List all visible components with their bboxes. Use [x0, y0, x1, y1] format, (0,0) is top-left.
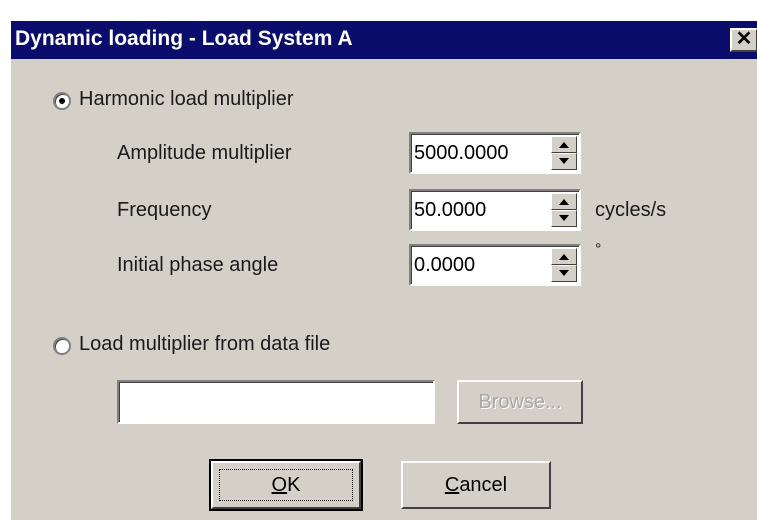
triangle-down-icon [559, 158, 569, 164]
phase-angle-label: Initial phase angle [117, 254, 279, 276]
frequency-spin-buttons [551, 193, 577, 227]
window-title: Dynamic loading - Load System A [15, 27, 353, 50]
triangle-down-icon [559, 270, 569, 276]
triangle-down-icon [559, 215, 569, 221]
title-bar[interactable]: Dynamic loading - Load System A ✕ [11, 21, 757, 59]
frequency-unit: cycles/s [595, 199, 667, 221]
cancel-button[interactable]: Cancel [401, 461, 551, 509]
cancel-mnemonic: C [444, 474, 460, 496]
radio-selected-dot [59, 98, 65, 104]
datafile-path-input[interactable] [122, 385, 430, 419]
frequency-spin-up[interactable] [551, 193, 577, 210]
close-icon: ✕ [735, 28, 753, 50]
amplitude-label: Amplitude multiplier [117, 142, 292, 164]
browse-button[interactable]: Browse... [457, 380, 583, 424]
triangle-up-icon [559, 142, 569, 148]
phase-angle-stepper[interactable] [409, 244, 581, 286]
amplitude-spin-down[interactable] [551, 153, 577, 170]
phase-angle-spin-down[interactable] [551, 265, 577, 282]
frequency-input[interactable] [414, 194, 547, 226]
ok-label-rest: K [287, 474, 301, 496]
frequency-label: Frequency [117, 199, 212, 221]
harmonic-radio-label[interactable]: Harmonic load multiplier [79, 88, 294, 111]
frequency-spin-down[interactable] [551, 210, 577, 227]
amplitude-input[interactable] [414, 137, 547, 169]
phase-angle-spin-buttons [551, 248, 577, 282]
phase-angle-spin-up[interactable] [551, 248, 577, 265]
ok-button[interactable]: OK [209, 459, 363, 511]
ok-button-label: OK [213, 474, 359, 497]
phase-angle-input[interactable] [414, 249, 547, 281]
triangle-up-icon [559, 199, 569, 205]
close-button[interactable]: ✕ [730, 28, 757, 52]
amplitude-spin-buttons [551, 136, 577, 170]
cancel-button-label: Cancel [403, 474, 549, 497]
datafile-radio-label[interactable]: Load multiplier from data file [79, 333, 330, 356]
ok-mnemonic: O [271, 474, 288, 496]
frequency-stepper[interactable] [409, 189, 581, 231]
triangle-up-icon [559, 254, 569, 260]
dialog-window: Dynamic loading - Load System A ✕ Harmon… [10, 20, 757, 520]
cancel-label-rest: ancel [459, 474, 508, 496]
harmonic-radio[interactable] [53, 92, 71, 110]
phase-angle-unit: ° [595, 241, 602, 258]
datafile-radio[interactable] [53, 337, 71, 355]
datafile-path-field[interactable] [117, 380, 435, 424]
browse-button-label: Browse... [478, 391, 562, 413]
amplitude-spin-up[interactable] [551, 136, 577, 153]
amplitude-stepper[interactable] [409, 132, 581, 174]
